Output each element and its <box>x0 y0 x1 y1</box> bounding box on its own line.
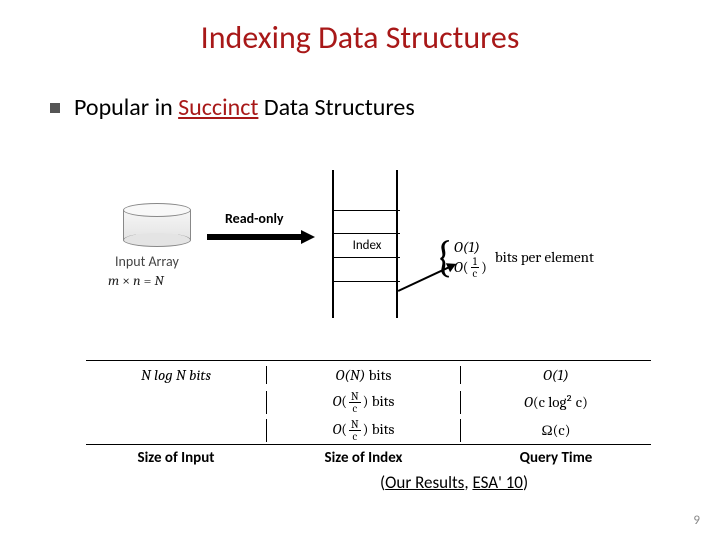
bullet-prefix: Popular in <box>74 93 178 122</box>
brace-group: { O(1) O(1c) bits per element <box>435 230 675 284</box>
complexity-table: N log N bits O(N) bits O(1) O(Nc) bits O… <box>86 360 651 470</box>
input-array-label: Input Array <box>115 253 179 270</box>
readonly-label: Read-only <box>225 210 284 227</box>
brace-line-2: O(1c) <box>454 257 487 277</box>
bullet-line: Popular in Succinct Data Structures <box>50 93 720 122</box>
table-header: Size of Input Size of Index Query Time <box>86 444 651 470</box>
bullet-emphasis: Succinct <box>178 93 258 122</box>
citation: (Our Results, ESA' 10) <box>380 472 528 493</box>
table-row: N log N bits O(N) bits O(1) <box>86 360 651 388</box>
header-query-time: Query Time <box>461 449 651 467</box>
bullet-suffix: Data Structures <box>258 93 414 122</box>
table-row: O(Nc) bits O(c log² c) <box>86 388 651 416</box>
table-row: O(Nc) bits Ω(c) <box>86 416 651 444</box>
index-label: Index <box>334 234 400 258</box>
header-size-input: Size of Input <box>86 449 266 467</box>
index-stack: Index <box>332 170 398 318</box>
database-cylinder-icon <box>123 203 191 247</box>
header-size-index: Size of Index <box>266 449 461 467</box>
brace-icon: { <box>435 235 452 279</box>
bullet-square-icon <box>50 103 60 113</box>
brace-line-1: O(1) <box>454 237 487 257</box>
page-number: 9 <box>693 513 700 528</box>
brace-suffix: bits per element <box>495 248 594 266</box>
input-formula: m × n = N <box>108 272 164 289</box>
slide-title: Indexing Data Structures <box>0 0 720 57</box>
arrow-icon <box>207 230 317 244</box>
